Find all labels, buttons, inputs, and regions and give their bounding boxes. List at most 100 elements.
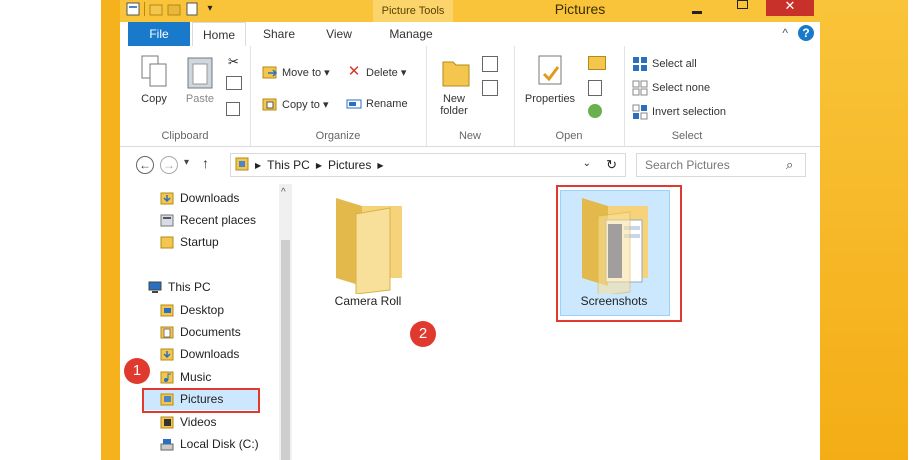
folder-camera-roll[interactable]: Camera Roll [320, 190, 416, 308]
select-none-label: Select none [652, 82, 711, 94]
properties-qat-icon[interactable] [126, 2, 140, 16]
open-group: Properties Open [514, 46, 625, 146]
copy-to-button[interactable]: Copy to ▾ [262, 96, 329, 112]
ribbon-tabs: File Home Share View Manage ^ ? [120, 22, 820, 47]
select-none-button[interactable]: Select none [632, 80, 710, 96]
rename-icon [346, 96, 362, 112]
nav-item-desktop[interactable]: Desktop [160, 300, 224, 320]
close-button[interactable]: ✕ [766, 0, 814, 16]
properties-button[interactable]: Properties [518, 54, 582, 105]
select-all-label: Select all [652, 58, 697, 70]
properties-label: Properties [524, 93, 576, 105]
move-to-label: Move to ▾ [282, 66, 330, 79]
back-button[interactable]: ← [136, 156, 154, 174]
forward-button[interactable]: → [160, 156, 178, 174]
open-group-label: Open [555, 130, 583, 142]
breadcrumb-separator: ▶ [315, 160, 322, 170]
paste-shortcut-icon[interactable] [226, 102, 240, 116]
search-input[interactable]: Search Pictures [636, 153, 806, 177]
nav-item-this-pc[interactable]: This PC [148, 277, 211, 297]
refresh-icon[interactable]: ↻ [606, 157, 617, 173]
move-to-button[interactable]: Move to ▾ [262, 64, 330, 80]
delete-button[interactable]: ✕ Delete ▾ [346, 64, 407, 80]
nav-pane-scrollbar[interactable]: ^ [279, 184, 292, 460]
clipboard-group-label: Clipboard [161, 130, 209, 142]
pictures-location-icon [235, 157, 249, 174]
tab-share[interactable]: Share [254, 22, 304, 46]
copy-to-icon [262, 96, 278, 112]
left-background [0, 0, 101, 460]
nav-label: Downloads [180, 191, 240, 205]
recent-locations-icon[interactable]: ▾ [184, 157, 189, 168]
help-area: ^ ? [782, 25, 814, 41]
minimize-button[interactable] [687, 2, 707, 18]
paste-button[interactable]: Paste [180, 54, 220, 105]
easy-access-icon[interactable] [482, 80, 498, 96]
new-item-icon[interactable] [482, 56, 498, 72]
nav-label: Local Disk (C:) [180, 437, 259, 451]
new-folder-button[interactable]: New folder [434, 54, 478, 117]
nav-label: Recent places [180, 213, 257, 227]
desktop-background-right [820, 0, 908, 460]
help-icon[interactable]: ? [798, 25, 814, 41]
select-none-icon [632, 80, 648, 96]
nav-label: Desktop [180, 303, 225, 317]
downloads-folder-icon [160, 191, 174, 205]
maximize-button[interactable] [732, 0, 752, 16]
up-arrow-icon[interactable]: ↑ [202, 155, 209, 171]
recent-places-icon [160, 213, 174, 227]
new-group-label: New [458, 130, 481, 142]
scroll-up-icon[interactable]: ^ [281, 187, 286, 198]
nav-item-music[interactable]: Music [160, 367, 211, 387]
select-all-button[interactable]: Select all [632, 56, 697, 72]
search-icon[interactable]: ⌕ [786, 157, 793, 173]
invert-selection-label: Invert selection [652, 106, 726, 118]
nav-item-downloads[interactable]: Downloads [160, 344, 239, 364]
cut-icon[interactable]: ✂ [228, 54, 239, 70]
nav-item-startup[interactable]: Startup [160, 232, 219, 252]
chevron-down-icon[interactable]: ▾ [203, 2, 217, 16]
picture-tools-tab[interactable]: Picture Tools [373, 0, 453, 22]
open-icon[interactable] [588, 56, 606, 70]
nav-item-downloads-fav[interactable]: Downloads [160, 188, 239, 208]
breadcrumb-this-pc[interactable]: This PC [267, 158, 310, 172]
documents-folder-icon [160, 325, 174, 339]
delete-label: Delete ▾ [366, 66, 407, 79]
invert-selection-icon [632, 104, 648, 120]
scrollbar-thumb[interactable] [281, 240, 290, 460]
copy-icon [138, 54, 170, 90]
nav-item-local-disk[interactable]: Local Disk (C:) [160, 434, 259, 454]
nav-item-videos[interactable]: Videos [160, 412, 216, 432]
new-folder-qat-icon[interactable] [149, 2, 163, 16]
tab-manage[interactable]: Manage [378, 22, 444, 46]
document-qat-icon[interactable] [185, 2, 199, 16]
ribbon: Copy Paste ✂ Clipboard Move to ▾ ✕ Delet… [120, 46, 820, 147]
select-group: Select all Select none Invert selection … [624, 46, 750, 146]
new-group: New folder New [426, 46, 515, 146]
tab-file[interactable]: File [128, 22, 190, 46]
nav-label: Startup [180, 235, 219, 249]
history-icon[interactable] [588, 104, 602, 118]
address-dropdown-icon[interactable]: ⌄ [583, 158, 591, 169]
title-bar: ▾ Picture Tools Pictures ✕ [120, 0, 820, 22]
organize-group-label: Organize [315, 130, 361, 142]
collapse-ribbon-icon[interactable]: ^ [782, 26, 788, 40]
copy-label: Copy [141, 93, 167, 105]
window-title: Pictures [554, 1, 606, 17]
folder-qat-icon[interactable] [167, 2, 181, 16]
tab-view[interactable]: View [314, 22, 364, 46]
address-bar[interactable]: ▶ This PC ▶ Pictures ▶ ⌄ ↻ [230, 153, 626, 177]
rename-button[interactable]: Rename [346, 96, 408, 112]
nav-label: Videos [180, 415, 217, 429]
nav-item-documents[interactable]: Documents [160, 322, 241, 342]
invert-selection-button[interactable]: Invert selection [632, 104, 726, 120]
breadcrumb-pictures[interactable]: Pictures [328, 158, 371, 172]
copy-button[interactable]: Copy [134, 54, 174, 105]
address-row: ← → ▾ ↑ ▶ This PC ▶ Pictures ▶ ⌄ ↻ Searc… [120, 147, 820, 183]
copy-path-icon[interactable] [226, 76, 242, 90]
edit-icon[interactable] [588, 80, 602, 96]
nav-item-recent-places[interactable]: Recent places [160, 210, 256, 230]
screenshots-highlight-box [556, 185, 682, 322]
tab-home[interactable]: Home [192, 22, 246, 47]
paste-label: Paste [185, 93, 215, 105]
